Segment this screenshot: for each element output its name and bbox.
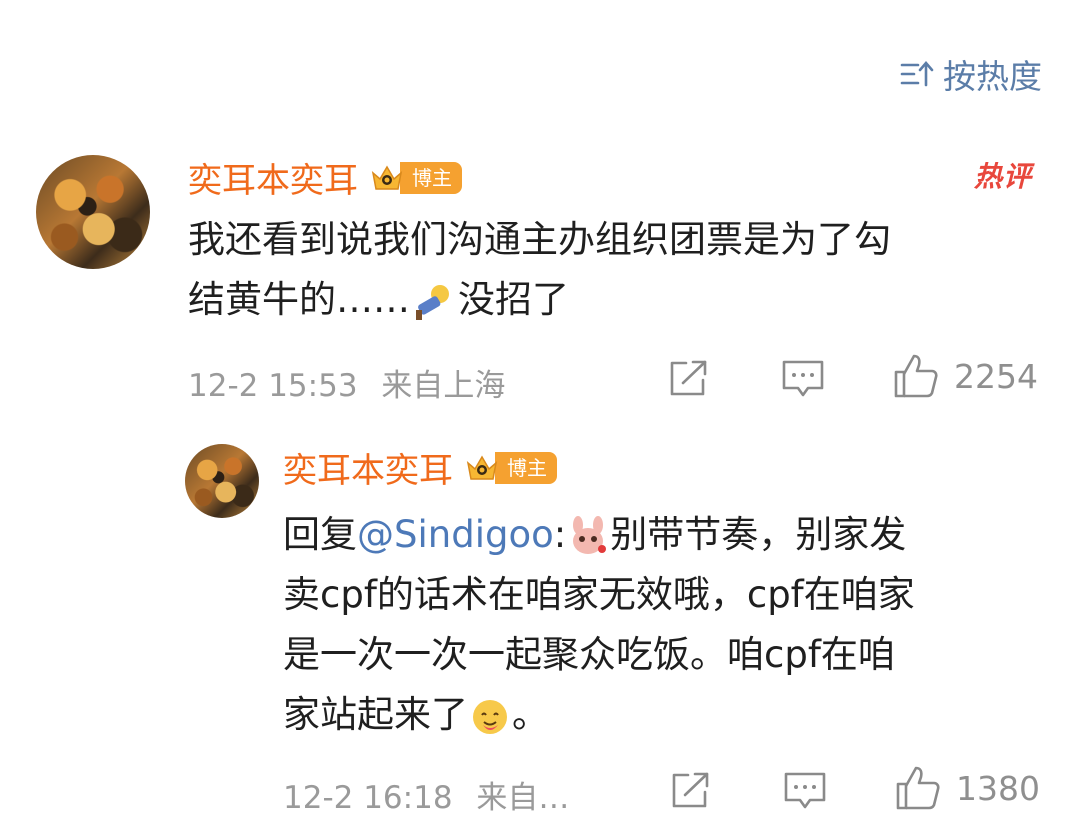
mention-link[interactable]: @Sindigoo <box>357 513 554 556</box>
hot-comment-badge: 热评 <box>973 160 1032 193</box>
avatar[interactable] <box>185 444 259 518</box>
sort-icon <box>900 61 934 87</box>
blogger-badge: 博主 <box>465 451 557 485</box>
bunny-emoji-icon <box>573 515 607 554</box>
comment-icon <box>782 360 824 397</box>
comment-header: 奕耳本奕耳 博主 <box>283 443 557 492</box>
crown-icon <box>466 455 498 480</box>
avatar[interactable] <box>36 155 150 269</box>
lying-flat-emoji-icon <box>416 284 449 320</box>
reply-prefix: 回复 <box>283 513 357 556</box>
comment-meta: 12-2 16:18 来自… <box>283 772 569 817</box>
blogger-badge: 博主 <box>370 161 462 195</box>
hugging-emoji-icon <box>473 699 507 734</box>
location: 来自… <box>476 780 570 816</box>
crown-icon <box>371 165 403 190</box>
comment-meta: 12-2 15:53 来自上海 <box>188 360 505 405</box>
comment-header: 奕耳本奕耳 博主 <box>188 153 462 202</box>
like-count: 2254 <box>954 356 1038 396</box>
like-button[interactable]: 1380 <box>894 764 1040 812</box>
like-icon <box>896 766 940 810</box>
share-button[interactable] <box>668 770 712 810</box>
username[interactable]: 奕耳本奕耳 <box>283 443 453 492</box>
comment-text: 回复@Sindigoo: 别带节奏，别家发 卖cpf的话术在咱家无效哦，cpf在… <box>283 505 1053 745</box>
username[interactable]: 奕耳本奕耳 <box>188 153 358 202</box>
comment-button[interactable] <box>782 770 828 812</box>
like-button[interactable]: 2254 <box>892 352 1038 400</box>
badge-label: 博主 <box>400 161 462 194</box>
share-icon <box>672 772 709 808</box>
like-icon <box>894 354 938 398</box>
timestamp: 12-2 15:53 <box>188 368 358 404</box>
sort-label: 按热度 <box>943 57 1042 96</box>
timestamp: 12-2 16:18 <box>283 780 453 816</box>
share-button[interactable] <box>666 358 710 398</box>
sort-by-hot-button[interactable]: 按热度 <box>899 50 1042 98</box>
comment-icon <box>784 772 826 809</box>
location: 来自上海 <box>381 368 506 404</box>
share-icon <box>670 360 707 396</box>
like-count: 1380 <box>956 768 1040 808</box>
badge-label: 博主 <box>495 451 557 484</box>
comment-button[interactable] <box>780 358 826 400</box>
comment-text: 我还看到说我们沟通主办组织团票是为了勾 结黄牛的…… 没招了 <box>188 210 1048 330</box>
